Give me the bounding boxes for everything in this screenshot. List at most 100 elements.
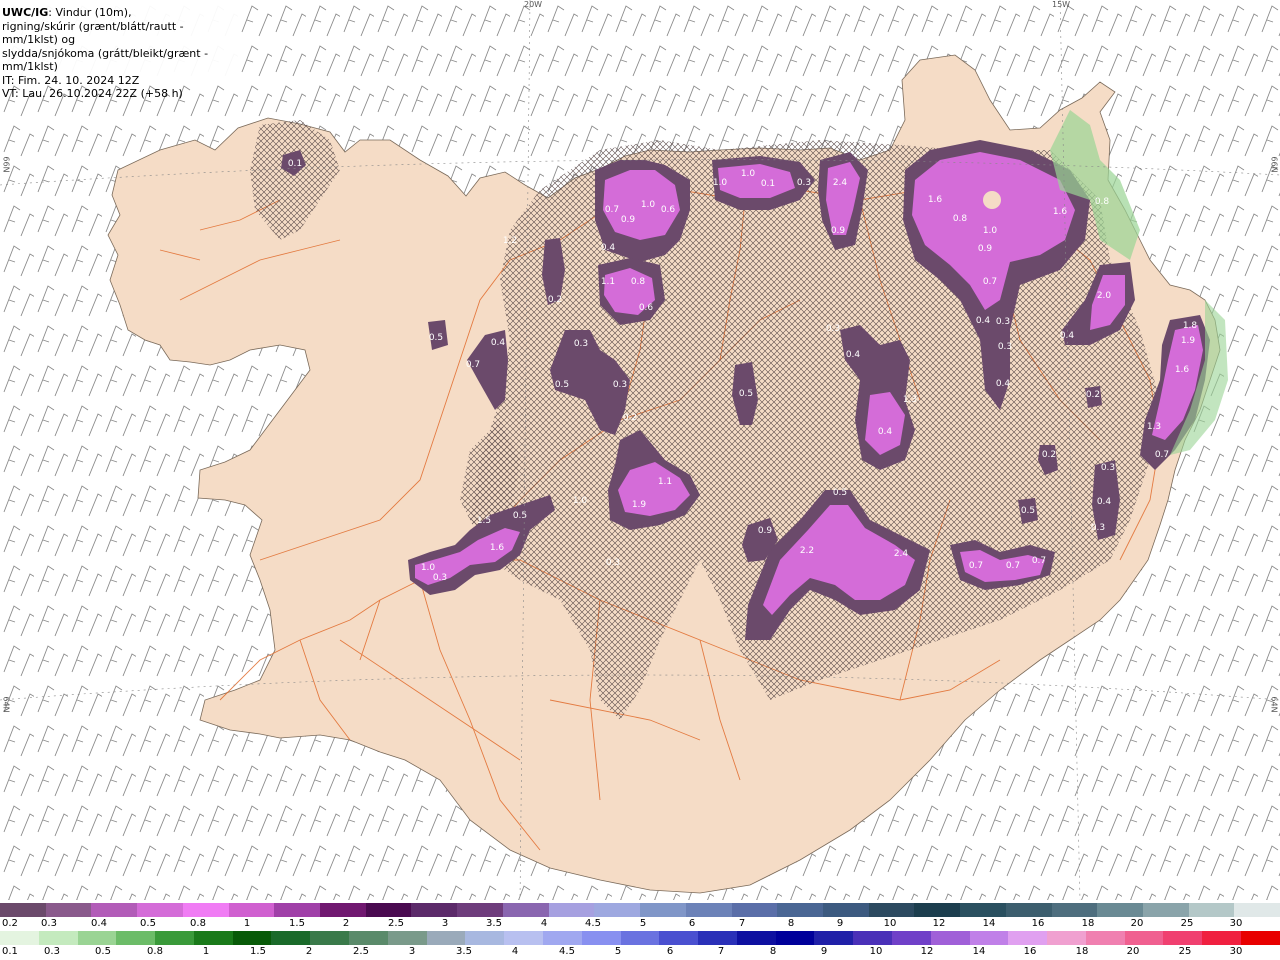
legend-swatch [640, 903, 686, 917]
legend-swatch [969, 931, 1009, 945]
legend-label: 7 [738, 918, 746, 929]
legend-swatch [349, 931, 388, 945]
legend-swatch [504, 931, 543, 945]
precip-value-label: 0.7 [1032, 556, 1046, 566]
precip-value-label: 2.2 [800, 546, 814, 556]
legend-swatch [659, 931, 699, 945]
legend-label: 3 [441, 918, 449, 929]
legend-swatch [502, 903, 549, 917]
legend-label: 2.5 [388, 918, 404, 929]
precip-value-label: 0.5 [739, 389, 753, 399]
legend-label: 1 [243, 918, 251, 929]
legend-label: 10 [869, 946, 883, 957]
precip-value-label: 0.8 [631, 277, 646, 287]
precip-value-label: 0.7 [1155, 450, 1169, 460]
legend-swatch [91, 903, 138, 917]
precip-value-label: 0.3 [1091, 523, 1105, 533]
legend-label: 20 [1126, 946, 1140, 957]
legend-swatch [271, 931, 311, 945]
legend-swatch [465, 931, 505, 945]
legend-label: 4.5 [559, 946, 575, 957]
legend-swatch [45, 903, 92, 917]
precip-value-label: 0.3 [433, 573, 447, 583]
precip-value-label: 0.5 [555, 380, 569, 390]
legend-label: 14 [982, 918, 996, 929]
legend-swatch [1097, 903, 1143, 917]
header-line2: rigning/skúrir (grænt/blátt/rautt - mm/1… [2, 19, 184, 47]
legend-swatch [1241, 931, 1280, 945]
legend-swatch [1005, 903, 1052, 917]
precip-value-label: 0.1 [761, 179, 775, 189]
precip-value-label: 0.4 [491, 338, 506, 348]
lat-label-66n-right: 66N [1269, 156, 1279, 173]
precip-value-label: 1.2 [503, 236, 517, 246]
legend-label: 0.5 [95, 946, 111, 957]
legend-swatch [620, 931, 660, 945]
precip-value-label: 2.0 [1097, 291, 1112, 301]
legend-swatch [1142, 903, 1189, 917]
legend-label: 0.8 [147, 946, 163, 957]
legend-swatch [698, 931, 737, 945]
legend-swatch [775, 931, 815, 945]
precip-value-label: 1.3 [1147, 422, 1161, 432]
legend-label: 5 [614, 946, 622, 957]
precip-value-label: 1.1 [601, 277, 615, 287]
legend-swatch [581, 931, 621, 945]
header-title-line: UWC/IG: Vindur (10m), [2, 6, 240, 20]
legend-swatch [736, 931, 776, 945]
legend-label: 0.4 [91, 918, 107, 929]
precip-value-label: 0.1 [288, 159, 302, 169]
legend-label: 18 [1075, 946, 1089, 957]
precip-value-label: 1.9 [1181, 336, 1196, 346]
legend-label: 9 [820, 946, 828, 957]
precip-value-label: 0.3 [826, 324, 840, 334]
precip-value-label: 0.7 [969, 561, 983, 571]
legend-swatch [274, 903, 321, 917]
legend-label: 0.5 [140, 918, 156, 929]
precip-value-label: 0.2 [1086, 390, 1100, 400]
legend-swatch [232, 931, 272, 945]
legend-label: 2 [305, 946, 313, 957]
legend-label: 8 [787, 918, 795, 929]
precip-value-label: 0.3 [797, 178, 811, 188]
legend-label: 16 [1023, 946, 1037, 957]
legend-swatch [1008, 931, 1048, 945]
legend-label: 20 [1130, 918, 1144, 929]
legend-swatch [411, 903, 458, 917]
precip-value-label: 0.9 [621, 215, 636, 225]
precip-value-label: 0.9 [831, 226, 846, 236]
legend-swatch [1202, 931, 1241, 945]
legend-swatch [822, 903, 869, 917]
precip-value-label: 0.5 [429, 333, 443, 343]
legend-swatch [960, 903, 1006, 917]
legend-label: 6 [688, 918, 696, 929]
precip-value-label: 1.5 [477, 516, 491, 526]
legend-label: 0.2 [2, 918, 18, 929]
legend-label: 25 [1178, 946, 1192, 957]
legend-swatch [914, 903, 961, 917]
legend-swatch [0, 903, 46, 917]
legend-swatch [116, 931, 156, 945]
legend-swatch [853, 931, 892, 945]
legend-label: 14 [972, 946, 986, 957]
legend-swatch [542, 931, 582, 945]
legend-swatch [182, 903, 229, 917]
legend-swatch [1188, 903, 1235, 917]
precip-value-label: 0.4 [976, 316, 991, 326]
precip-value-label: 0.9 [978, 244, 993, 254]
header-line5: VT: Lau. 26.10.2024 22Z (+58 h) [2, 87, 183, 100]
precip-value-label: 0.3 [998, 342, 1012, 352]
precip-value-label: 0.8 [953, 214, 968, 224]
precip-value-label: 0.4 [846, 350, 861, 360]
legend-label: 2.5 [353, 946, 369, 957]
legend-swatch [731, 903, 778, 917]
precip-value-label: 0.2 [548, 295, 562, 305]
legend-label: 7 [717, 946, 725, 957]
precip-value-label: 0.7 [1006, 561, 1020, 571]
legend-swatch [228, 903, 275, 917]
precip-value-label: 0.7 [605, 205, 619, 215]
legend-label: 5 [639, 918, 647, 929]
legend-label: 2 [342, 918, 350, 929]
lat-label-66n-left: 66N [1, 156, 11, 173]
legend-swatch [1124, 931, 1164, 945]
